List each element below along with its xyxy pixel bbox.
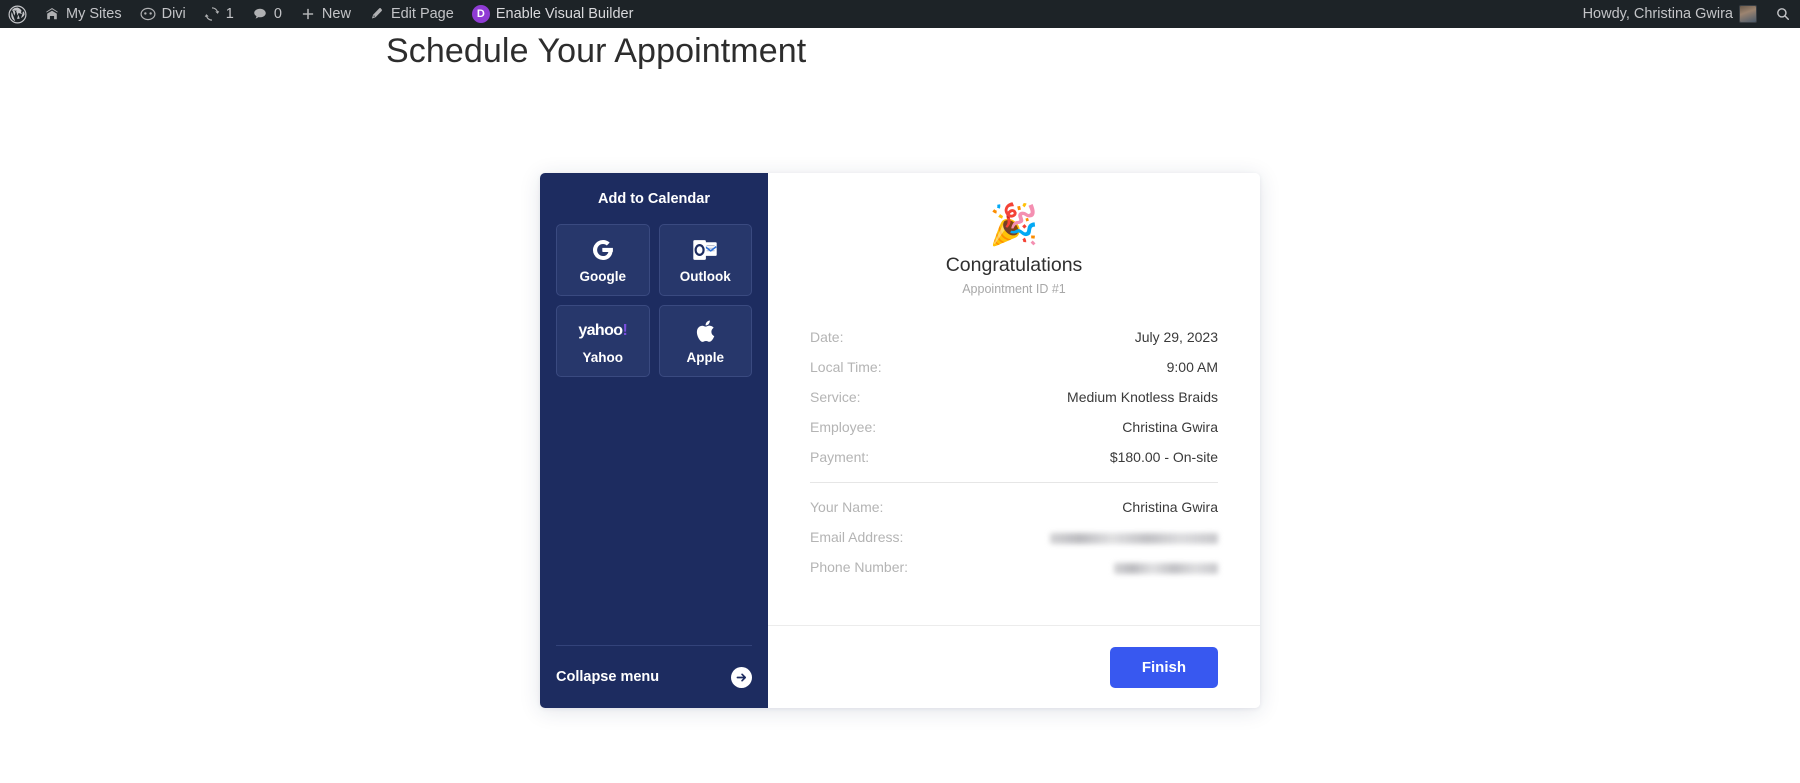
admin-bar-item-visual-builder[interactable]: D Enable Visual Builder xyxy=(463,0,643,28)
card-footer: Finish xyxy=(768,625,1260,708)
sites-icon xyxy=(44,6,60,22)
detail-value-redacted xyxy=(1114,559,1218,575)
detail-value: $180.00 - On-site xyxy=(1109,449,1218,465)
detail-row-email-address: Email Address: xyxy=(810,522,1218,552)
booking-confirmation-card: Add to Calendar Google Outlook yahoo ! Y… xyxy=(540,173,1260,708)
detail-row-local-time: Local Time: 9:00 AM xyxy=(810,352,1218,382)
detail-row-payment: Payment: $180.00 - On-site xyxy=(810,442,1218,472)
appointment-details-list: Date: July 29, 2023 Local Time: 9:00 AM … xyxy=(810,322,1218,472)
admin-bar-item-howdy[interactable]: Howdy, Christina Gwira xyxy=(1574,0,1766,28)
page-title: Schedule Your Appointment xyxy=(386,32,807,70)
detail-value: 9:00 AM xyxy=(1166,359,1218,375)
detail-label: Employee: xyxy=(810,419,877,435)
detail-row-your-name: Your Name: Christina Gwira xyxy=(810,492,1218,522)
admin-bar-label: Divi xyxy=(161,5,186,22)
admin-bar-item-divi[interactable]: Divi xyxy=(131,0,195,28)
party-popper-icon: 🎉 xyxy=(989,203,1039,247)
contact-details-list: Your Name: Christina Gwira Email Address… xyxy=(810,492,1218,582)
detail-label: Phone Number: xyxy=(810,559,909,575)
admin-bar-item-new[interactable]: New xyxy=(291,0,360,28)
detail-row-phone-number: Phone Number: xyxy=(810,552,1218,582)
confirmation-heading: Congratulations xyxy=(945,254,1083,276)
detail-label: Payment: xyxy=(810,449,870,465)
yahoo-wordmark-bang: ! xyxy=(622,321,628,339)
add-to-outlook-calendar-button[interactable]: Outlook xyxy=(658,224,752,296)
add-to-calendar-title: Add to Calendar xyxy=(598,191,710,207)
wordpress-logo-menu[interactable] xyxy=(0,0,35,28)
detail-value: July 29, 2023 xyxy=(1134,329,1218,345)
updates-icon xyxy=(204,6,220,22)
admin-bar-label: Edit Page xyxy=(390,5,454,22)
apple-icon xyxy=(694,318,716,344)
detail-row-service: Service: Medium Knotless Braids xyxy=(810,382,1218,412)
plus-icon xyxy=(300,6,316,22)
outlook-icon xyxy=(692,237,718,263)
yahoo-icon: yahoo! xyxy=(578,318,627,344)
updates-count: 1 xyxy=(225,5,234,22)
detail-row-date: Date: July 29, 2023 xyxy=(810,322,1218,352)
arrow-right-circle-icon xyxy=(731,666,752,688)
google-icon xyxy=(591,237,615,263)
collapse-menu-label: Collapse menu xyxy=(556,669,660,685)
wp-admin-bar: My Sites Divi 1 0 New Edit Page D Enable… xyxy=(0,0,1800,28)
admin-bar-left-group: My Sites Divi 1 0 New Edit Page D Enable… xyxy=(0,0,642,28)
detail-value: Christina Gwira xyxy=(1122,499,1218,515)
detail-value: Medium Knotless Braids xyxy=(1067,389,1218,405)
detail-label: Your Name: xyxy=(810,499,884,515)
admin-bar-item-comments[interactable]: 0 xyxy=(243,0,291,28)
confirmation-panel: 🎉 Congratulations Appointment ID #1 Date… xyxy=(768,173,1260,708)
admin-bar-item-edit-page[interactable]: Edit Page xyxy=(360,0,463,28)
admin-bar-item-my-sites[interactable]: My Sites xyxy=(35,0,131,28)
comments-icon xyxy=(252,6,268,22)
user-avatar xyxy=(1739,5,1757,23)
search-icon xyxy=(1775,6,1791,22)
divi-icon xyxy=(140,6,156,22)
admin-bar-label: My Sites xyxy=(66,5,122,22)
details-divider xyxy=(810,482,1218,483)
visual-builder-label: Enable Visual Builder xyxy=(495,5,634,22)
divi-badge-icon: D xyxy=(471,5,490,23)
calendar-button-label: Apple xyxy=(686,349,724,365)
admin-bar-item-updates[interactable]: 1 xyxy=(195,0,243,28)
calendar-button-label: Google xyxy=(579,268,627,284)
detail-label: Service: xyxy=(810,389,861,405)
calendar-buttons-grid: Google Outlook yahoo! Yahoo Apple xyxy=(556,224,752,377)
detail-label: Local Time: xyxy=(810,359,882,375)
detail-label: Email Address: xyxy=(810,529,904,545)
collapse-menu-button[interactable]: Collapse menu xyxy=(556,645,752,708)
confirmation-header: 🎉 Congratulations Appointment ID #1 xyxy=(810,205,1218,296)
admin-bar-label: New xyxy=(321,5,351,22)
detail-value: Christina Gwira xyxy=(1122,419,1218,435)
add-to-apple-calendar-button[interactable]: Apple xyxy=(658,305,752,377)
confirmation-body: 🎉 Congratulations Appointment ID #1 Date… xyxy=(768,173,1260,625)
yahoo-wordmark: yahoo xyxy=(578,321,623,339)
howdy-label: Howdy, Christina Gwira xyxy=(1582,5,1733,22)
add-to-calendar-sidebar: Add to Calendar Google Outlook yahoo ! Y… xyxy=(540,173,768,708)
admin-bar-right-group: Howdy, Christina Gwira xyxy=(1574,0,1800,28)
add-to-google-calendar-button[interactable]: Google xyxy=(556,224,650,296)
appointment-id-label: Appointment ID #1 xyxy=(962,282,1066,296)
detail-value-redacted xyxy=(1050,529,1218,545)
detail-label: Date: xyxy=(810,329,844,345)
admin-bar-item-search[interactable] xyxy=(1766,0,1800,28)
comments-count: 0 xyxy=(273,5,282,22)
detail-row-employee: Employee: Christina Gwira xyxy=(810,412,1218,442)
redacted-email-value xyxy=(1050,532,1218,544)
pencil-icon xyxy=(369,6,385,22)
add-to-yahoo-calendar-button[interactable]: yahoo! Yahoo xyxy=(556,305,650,377)
redacted-phone-value xyxy=(1114,562,1218,574)
calendar-button-label: Outlook xyxy=(679,268,731,284)
finish-button[interactable]: Finish xyxy=(1109,646,1218,688)
wordpress-icon xyxy=(8,5,27,24)
calendar-button-label: Yahoo xyxy=(582,349,623,365)
